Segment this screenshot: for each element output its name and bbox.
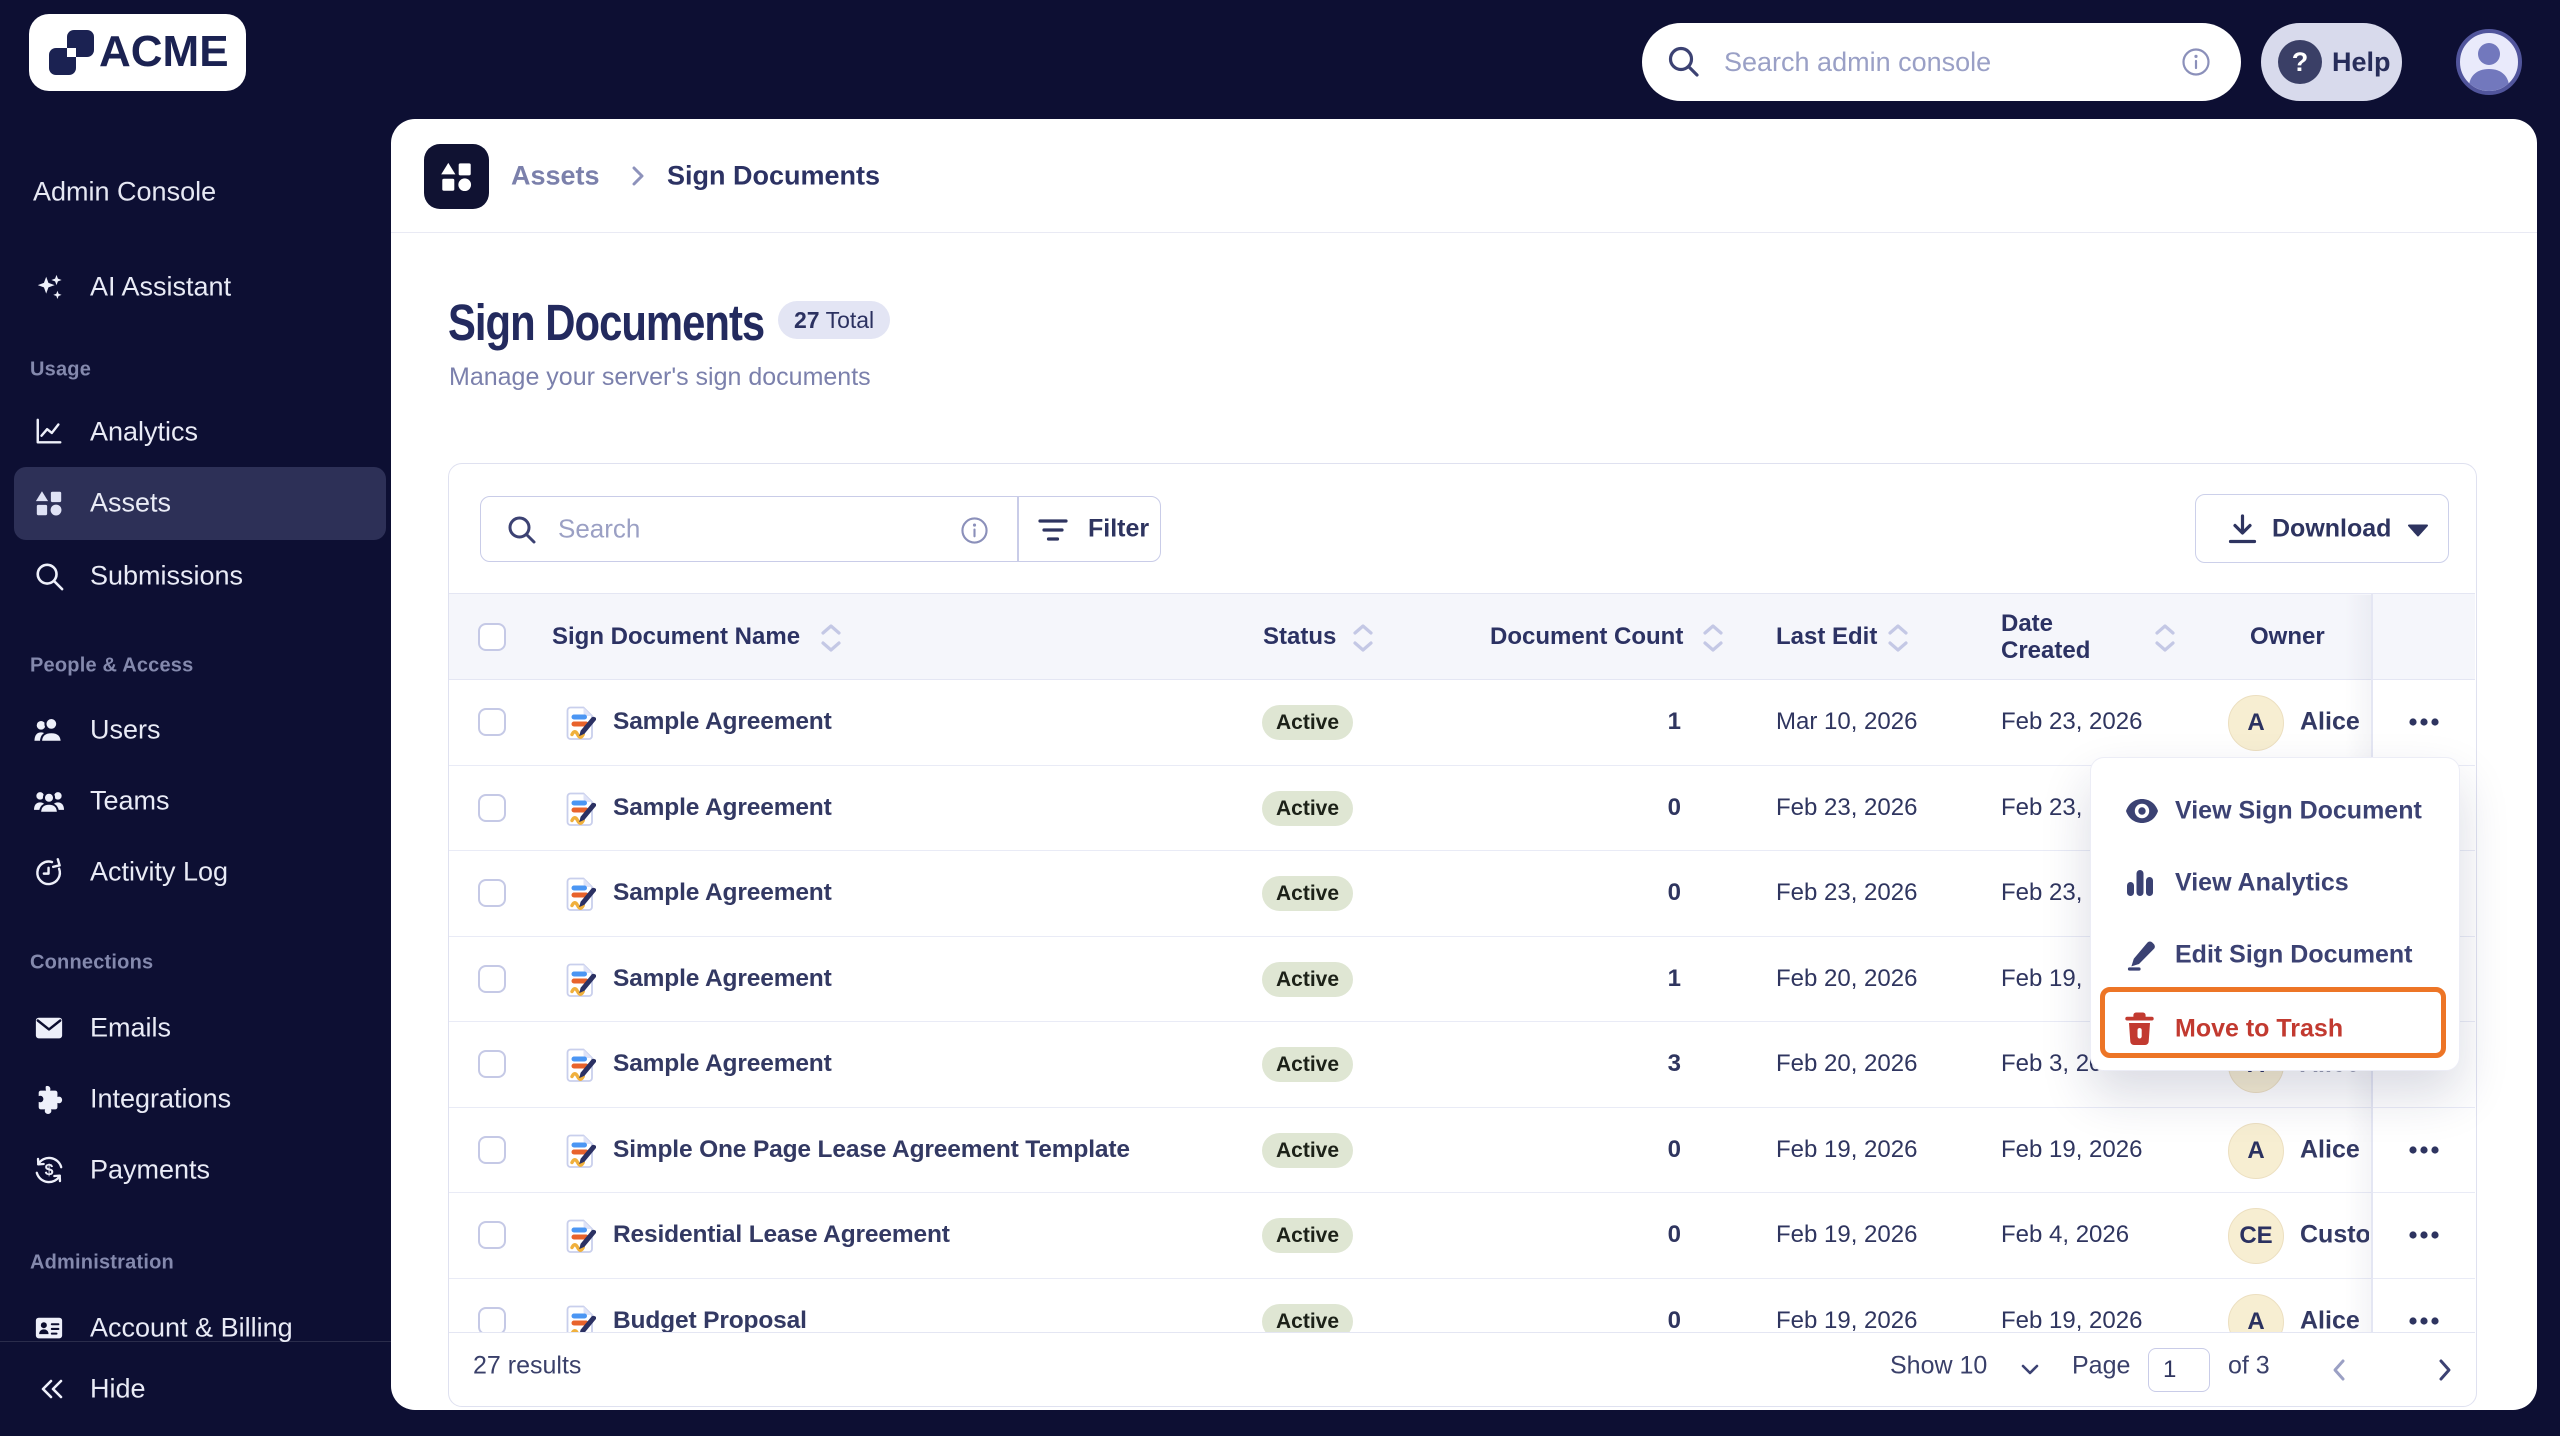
svg-text:$: $ (45, 1162, 54, 1179)
